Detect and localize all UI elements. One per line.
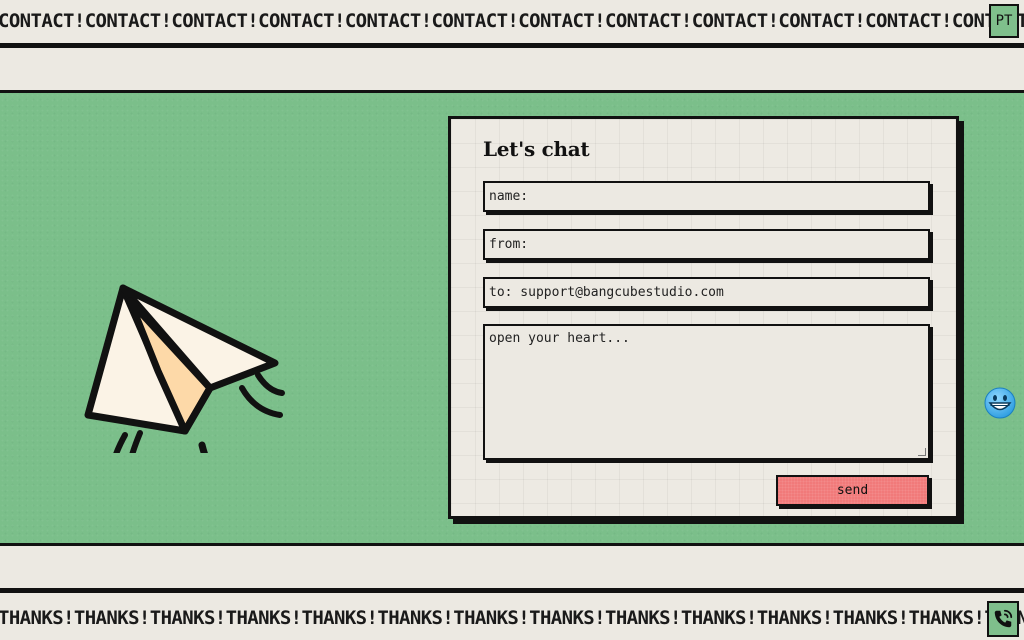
to-field[interactable]: to: support@bangcubestudio.com (483, 277, 930, 308)
bottom-marquee: THANKS!THANKS!THANKS!THANKS!THANKS!THANK… (0, 588, 1024, 640)
contact-marquee-text: CONTACT!CONTACT!CONTACT!CONTACT!CONTACT!… (0, 10, 1024, 32)
message-textarea[interactable]: open your heart... (483, 324, 930, 460)
contact-form-card: Let's chat name: from: to: support@bangc… (448, 116, 959, 519)
bottom-spacer-strip (0, 546, 1024, 588)
from-field[interactable]: from: (483, 229, 930, 260)
phone-button[interactable] (987, 601, 1019, 637)
phone-icon (994, 609, 1013, 628)
top-spacer-strip (0, 48, 1024, 90)
top-marquee: CONTACT!CONTACT!CONTACT!CONTACT!CONTACT!… (0, 0, 1024, 48)
form-title: Let's chat (483, 137, 590, 161)
resize-handle[interactable] (918, 448, 926, 456)
language-toggle-button[interactable]: PT (989, 4, 1019, 38)
send-button[interactable]: send (776, 475, 929, 506)
grinning-face-icon[interactable] (983, 386, 1017, 420)
paper-plane-icon (70, 183, 330, 539)
thanks-marquee-text: THANKS!THANKS!THANKS!THANKS!THANKS!THANK… (0, 607, 1024, 629)
message-placeholder: open your heart... (489, 331, 630, 346)
name-field[interactable]: name: (483, 181, 930, 212)
